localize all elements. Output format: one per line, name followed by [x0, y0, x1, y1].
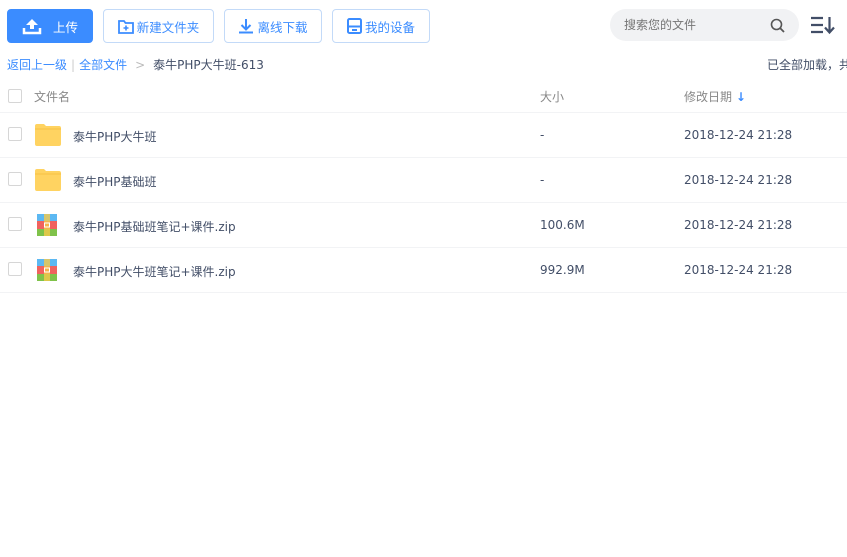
file-date: 2018-12-24 21:28	[684, 173, 793, 187]
file-row[interactable]: 泰牛PHP基础班笔记+课件.zip 100.6M 2018-12-24 21:2…	[0, 203, 847, 248]
folder-icon	[35, 124, 61, 146]
breadcrumb-separator: >	[135, 57, 146, 72]
folder-icon	[35, 169, 61, 191]
new-folder-label: 新建文件夹	[136, 19, 200, 35]
search-icon[interactable]	[770, 18, 785, 33]
file-size: 992.9M	[540, 263, 585, 277]
zip-icon	[37, 214, 57, 236]
my-devices-label: 我的设备	[364, 19, 415, 35]
table-header: 文件名 大小 修改日期 ↓	[0, 86, 847, 112]
file-name[interactable]: 泰牛PHP基础班	[73, 173, 157, 190]
load-status: 已全部加载，共	[767, 58, 847, 72]
upload-icon	[22, 19, 42, 35]
offline-download-button[interactable]: 离线下载	[224, 9, 322, 43]
current-folder: 泰牛PHP大牛班-613	[153, 58, 264, 72]
download-icon	[239, 19, 254, 34]
column-name[interactable]: 文件名	[34, 88, 70, 105]
file-date: 2018-12-24 21:28	[684, 218, 793, 232]
column-size[interactable]: 大小	[540, 88, 564, 105]
new-folder-icon	[117, 19, 134, 34]
file-size: -	[540, 173, 545, 187]
file-size: 100.6M	[540, 218, 585, 232]
column-date-label: 修改日期	[684, 90, 733, 104]
file-date: 2018-12-24 21:28	[684, 128, 793, 142]
new-folder-button[interactable]: 新建文件夹	[103, 9, 214, 43]
file-name[interactable]: 泰牛PHP基础班笔记+课件.zip	[73, 218, 236, 235]
search-input[interactable]	[624, 18, 754, 32]
file-row[interactable]: 泰牛PHP基础班 - 2018-12-24 21:28	[0, 158, 847, 203]
breadcrumb: 返回上一级 | 全部文件 > 泰牛PHP大牛班-613	[7, 56, 264, 73]
file-name[interactable]: 泰牛PHP大牛班笔记+课件.zip	[73, 263, 236, 280]
sort-down-icon: ↓	[735, 90, 746, 104]
select-all-checkbox[interactable]	[8, 89, 22, 103]
row-checkbox[interactable]	[8, 127, 22, 141]
all-files-link[interactable]: 全部文件	[79, 56, 127, 73]
file-name[interactable]: 泰牛PHP大牛班	[73, 128, 157, 145]
search-box[interactable]	[610, 9, 799, 41]
row-checkbox[interactable]	[8, 217, 22, 231]
zip-icon	[37, 259, 57, 281]
back-link[interactable]: 返回上一级	[7, 56, 67, 73]
file-row[interactable]: 泰牛PHP大牛班笔记+课件.zip 992.9M 2018-12-24 21:2…	[0, 248, 847, 293]
device-icon	[346, 18, 362, 34]
my-devices-button[interactable]: 我的设备	[332, 9, 430, 43]
row-checkbox[interactable]	[8, 172, 22, 186]
offline-download-label: 离线下载	[257, 19, 308, 35]
sort-list-icon[interactable]	[810, 15, 836, 35]
file-row[interactable]: 泰牛PHP大牛班 - 2018-12-24 21:28	[0, 113, 847, 158]
upload-button[interactable]: 上传	[7, 9, 93, 43]
file-date: 2018-12-24 21:28	[684, 263, 793, 277]
column-date[interactable]: 修改日期 ↓	[684, 88, 746, 105]
divider: |	[71, 57, 76, 72]
upload-label: 上传	[52, 19, 78, 35]
row-checkbox[interactable]	[8, 262, 22, 276]
file-size: -	[540, 128, 545, 142]
